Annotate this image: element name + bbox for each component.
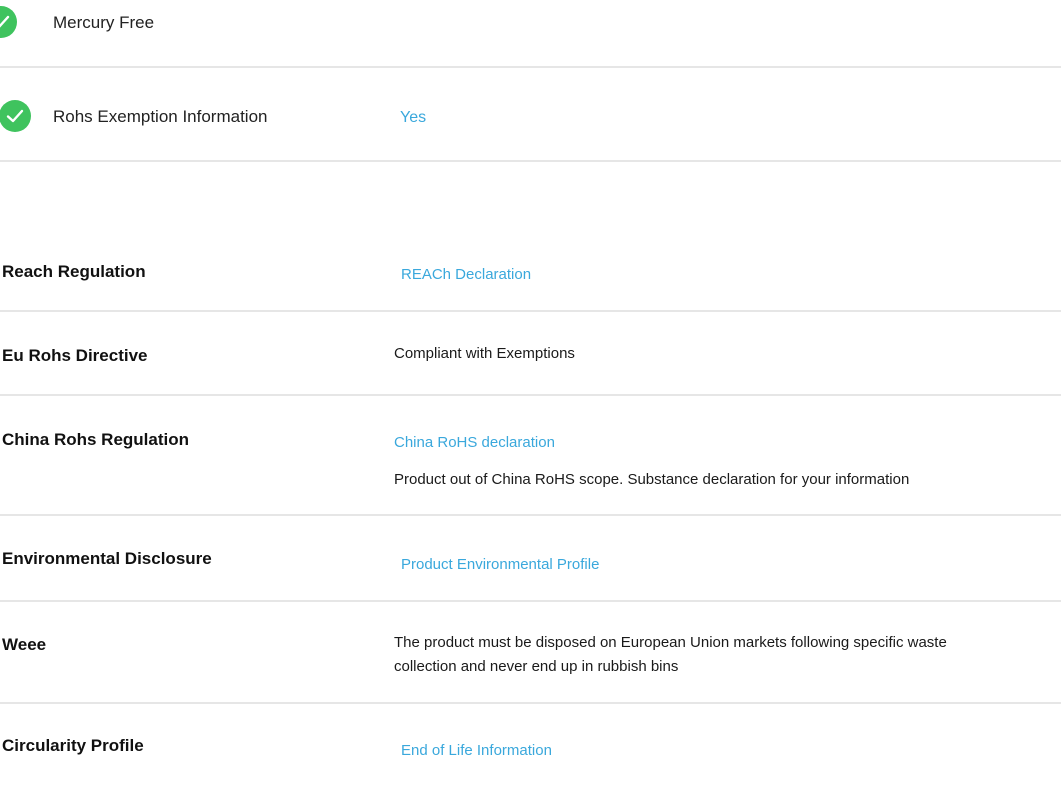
- check-row-rohs-exemption: Rohs Exemption Information Yes: [0, 100, 1061, 148]
- environmental-compliance-page: Mercury Free Rohs Exemption Information …: [0, 0, 1061, 786]
- divider: [0, 600, 1061, 602]
- divider: [0, 310, 1061, 312]
- divider: [0, 514, 1061, 516]
- china-rohs-regulation-title: China Rohs Regulation: [2, 430, 189, 449]
- check-circle-icon: [0, 6, 17, 38]
- eu-rohs-directive-title: Eu Rohs Directive: [2, 346, 148, 365]
- divider: [0, 160, 1061, 162]
- china-rohs-declaration-link[interactable]: China RoHS declaration: [394, 434, 555, 451]
- end-of-life-information-link[interactable]: End of Life Information: [401, 742, 552, 759]
- reach-regulation-title: Reach Regulation: [2, 262, 146, 281]
- product-environmental-profile-link[interactable]: Product Environmental Profile: [401, 556, 599, 573]
- check-label: Mercury Free: [53, 13, 155, 32]
- weee-text-line-1: The product must be disposed on European…: [394, 634, 947, 651]
- eu-rohs-status-text: Compliant with Exemptions: [394, 345, 575, 362]
- check-circle-icon: [0, 100, 31, 132]
- reach-declaration-link[interactable]: REACh Declaration: [401, 266, 531, 283]
- check-label: Rohs Exemption Information: [53, 107, 268, 126]
- environmental-disclosure-title: Environmental Disclosure: [2, 549, 212, 568]
- weee-text-line-2: collection and never end up in rubbish b…: [394, 658, 679, 675]
- weee-title: Weee: [2, 635, 47, 654]
- china-rohs-scope-text: Product out of China RoHS scope. Substan…: [394, 471, 910, 488]
- check-row-mercury-free: Mercury Free: [0, 6, 1061, 54]
- rohs-exemption-value-link[interactable]: Yes: [400, 109, 426, 127]
- divider: [0, 394, 1061, 396]
- circularity-profile-title: Circularity Profile: [2, 736, 144, 755]
- divider: [0, 702, 1061, 704]
- divider: [0, 66, 1061, 68]
